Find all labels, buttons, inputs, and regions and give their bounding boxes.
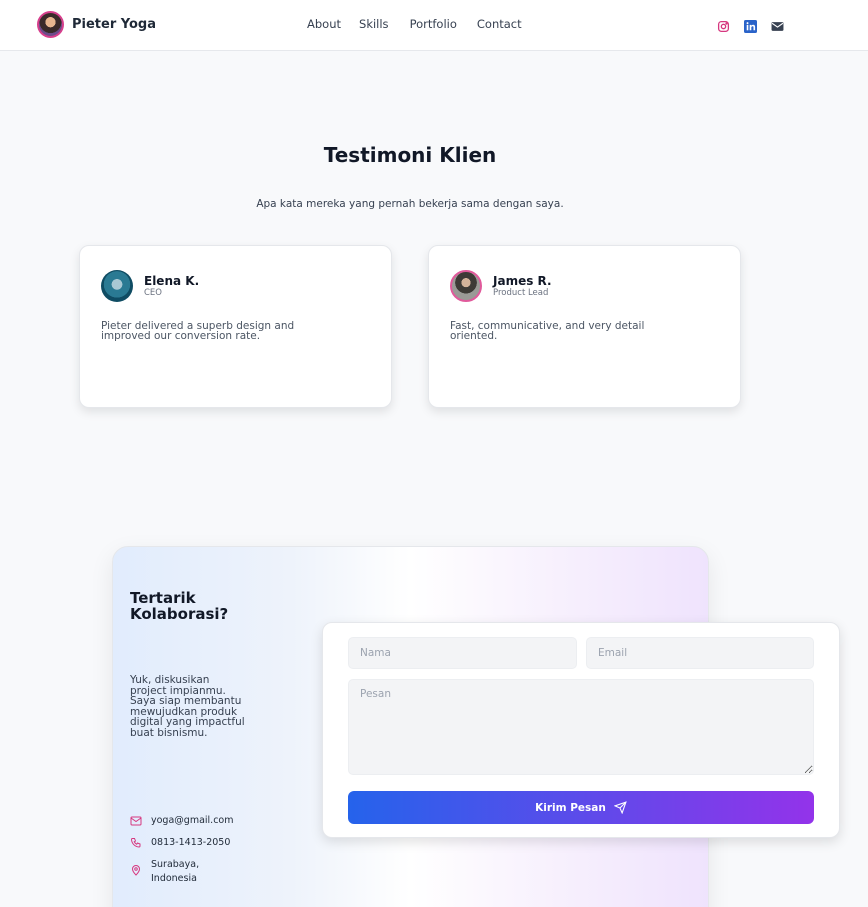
contact-phone-text: 0813-1413-2050	[151, 837, 231, 848]
testimonials-title: Testimoni Klien	[323, 143, 497, 167]
brand-name: Pieter Yoga	[72, 17, 156, 32]
email-field[interactable]	[586, 637, 814, 669]
nav-skills[interactable]: Skills	[359, 17, 389, 31]
submit-button-label: Kirim Pesan	[535, 801, 606, 814]
name-field[interactable]	[348, 637, 577, 669]
nav-about[interactable]: About	[307, 17, 341, 31]
contact-description: Yuk, diskusikan project impianmu. Saya s…	[130, 674, 245, 739]
phone-icon	[130, 838, 141, 848]
contact-form: Kirim Pesan	[322, 622, 840, 838]
message-field[interactable]	[348, 679, 814, 775]
contact-location: Surabaya, Indonesia	[130, 858, 220, 886]
nav-contact[interactable]: Contact	[477, 17, 522, 31]
testimonial-name: James R.	[493, 274, 552, 288]
submit-button[interactable]: Kirim Pesan	[348, 791, 814, 824]
map-pin-icon	[131, 865, 141, 876]
testimonial-card: Elena K. CEO Pieter delivered a superb d…	[79, 245, 392, 408]
nav-portfolio[interactable]: Portfolio	[410, 17, 457, 31]
contact-email[interactable]: yoga@gmail.com	[130, 814, 233, 828]
testimonials-subtitle: Apa kata mereka yang pernah bekerja sama…	[256, 198, 564, 210]
instagram-icon[interactable]	[717, 18, 730, 33]
contact-email-text: yoga@gmail.com	[151, 815, 234, 826]
social-links	[717, 18, 784, 33]
contact-location-text: Surabaya, Indonesia	[151, 859, 200, 884]
contact-phone[interactable]: 0813-1413-2050	[130, 836, 230, 850]
avatar	[37, 11, 64, 38]
contact-title: Tertarik Kolaborasi?	[130, 589, 229, 623]
linkedin-icon[interactable]	[744, 18, 757, 33]
testimonial-name: Elena K.	[144, 274, 200, 288]
testimonial-role: CEO	[144, 288, 162, 298]
testimonial-role: Product Lead	[493, 288, 549, 298]
mail-icon[interactable]	[771, 18, 784, 31]
avatar	[101, 270, 133, 302]
brand[interactable]: Pieter Yoga	[37, 11, 156, 38]
testimonial-quote: Fast, communicative, and very detail ori…	[450, 320, 645, 342]
main-nav: About Skills Portfolio Contact	[307, 17, 522, 31]
avatar	[450, 270, 482, 302]
send-icon	[613, 801, 627, 814]
testimonial-card: James R. Product Lead Fast, communicativ…	[428, 245, 741, 408]
site-header: Pieter Yoga About Skills Portfolio Conta…	[0, 0, 868, 51]
testimonial-quote: Pieter delivered a superb design and imp…	[101, 320, 295, 342]
mail-icon	[130, 816, 142, 826]
